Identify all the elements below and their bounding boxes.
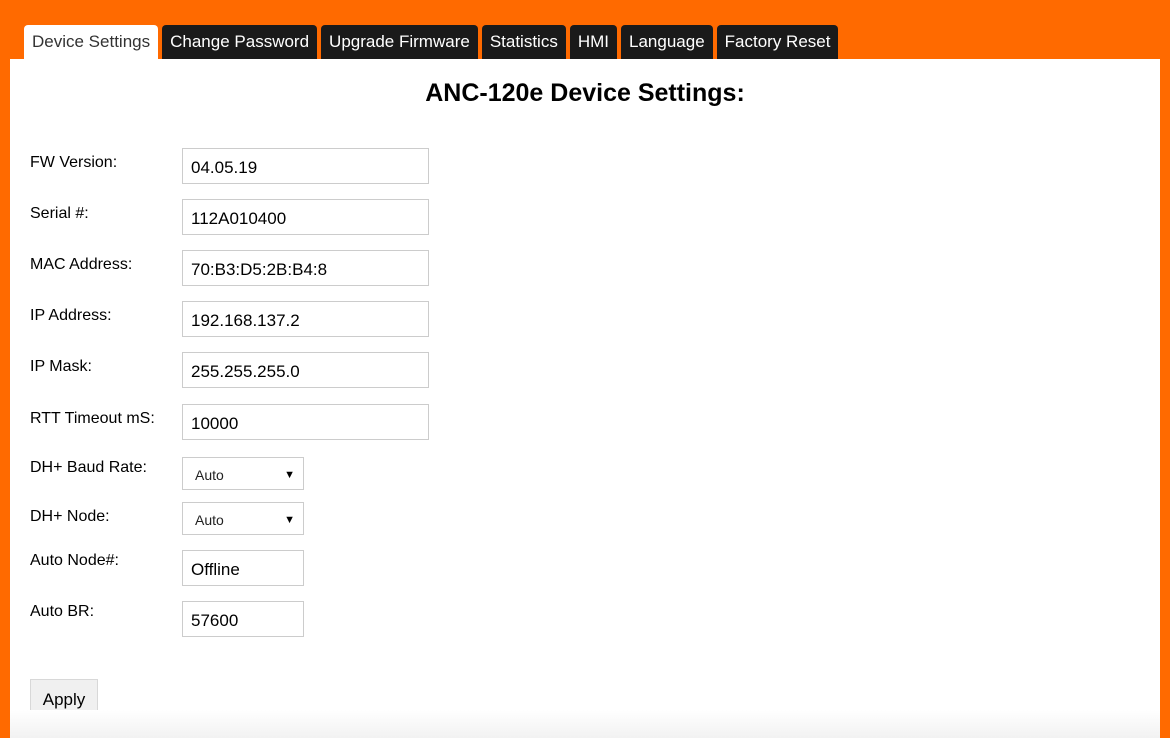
serial-label: Serial #: xyxy=(30,205,89,222)
tab-hmi[interactable]: HMI xyxy=(569,25,618,59)
panel-footer xyxy=(10,710,1160,738)
ip-field[interactable]: 192.168.137.2 xyxy=(182,301,429,337)
mac-label: MAC Address: xyxy=(30,256,133,273)
mask-field[interactable]: 255.255.255.0 xyxy=(182,352,429,388)
tab-factory-reset[interactable]: Factory Reset xyxy=(716,25,839,59)
tab-statistics[interactable]: Statistics xyxy=(481,25,566,59)
fw-version-field[interactable]: 04.05.19 xyxy=(182,148,429,184)
baud-select[interactable]: Auto ▼ xyxy=(182,457,304,490)
tab-language[interactable]: Language xyxy=(621,25,713,59)
fw-version-label: FW Version: xyxy=(30,154,118,171)
baud-value: Auto xyxy=(195,467,224,483)
tab-bar: Device Settings Change Password Upgrade … xyxy=(24,25,842,59)
node-select[interactable]: Auto ▼ xyxy=(182,502,304,535)
rtt-label: RTT Timeout mS: xyxy=(30,410,155,427)
node-label: DH+ Node: xyxy=(30,508,110,525)
mac-field[interactable]: 70:B3:D5:2B:B4:8 xyxy=(182,250,429,286)
app-frame: Device Settings Change Password Upgrade … xyxy=(0,0,1170,738)
auto-br-label: Auto BR: xyxy=(30,603,95,620)
node-value: Auto xyxy=(195,512,224,528)
tab-change-password[interactable]: Change Password xyxy=(162,25,318,59)
auto-node-field[interactable]: Offline xyxy=(182,550,304,586)
chevron-down-icon: ▼ xyxy=(284,469,295,481)
page-title: ANC-120e Device Settings: xyxy=(425,79,745,107)
settings-panel: ANC-120e Device Settings: FW Version: 04… xyxy=(10,59,1160,738)
ip-label: IP Address: xyxy=(30,307,112,324)
baud-label: DH+ Baud Rate: xyxy=(30,459,147,476)
chevron-down-icon: ▼ xyxy=(284,514,295,526)
auto-br-field[interactable]: 57600 xyxy=(182,601,304,637)
serial-field[interactable]: 112A010400 xyxy=(182,199,429,235)
tab-upgrade-firmware[interactable]: Upgrade Firmware xyxy=(321,25,478,59)
auto-node-label: Auto Node#: xyxy=(30,552,119,569)
rtt-field[interactable]: 10000 xyxy=(182,404,429,440)
tab-device-settings[interactable]: Device Settings xyxy=(24,25,159,59)
mask-label: IP Mask: xyxy=(30,358,92,375)
